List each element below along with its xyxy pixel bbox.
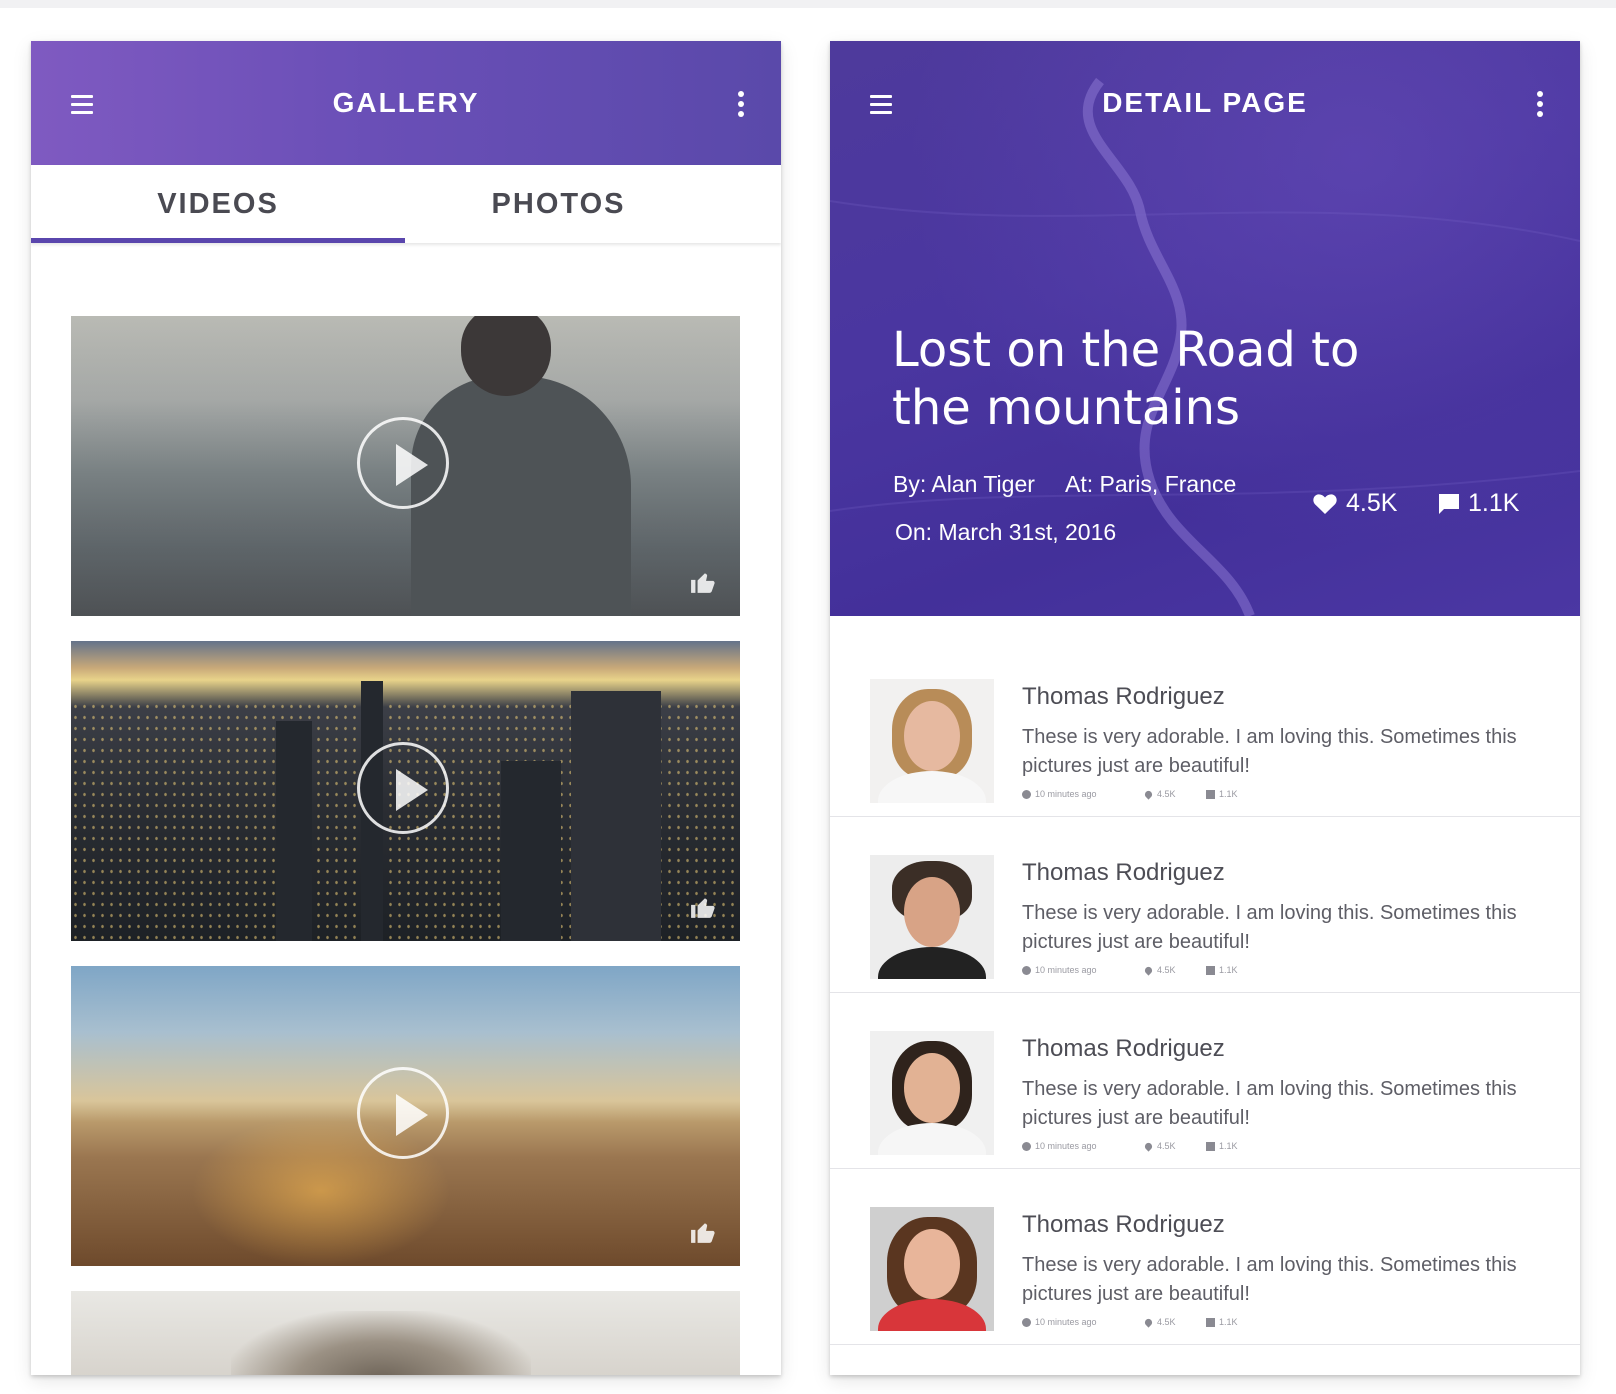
comment-meta: 10 minutes ago 4.5K 1.1K — [1022, 1316, 1238, 1328]
comment-item[interactable]: Thomas Rodriguez These is very adorable.… — [830, 641, 1580, 817]
heart-icon — [1143, 1316, 1154, 1328]
heart-icon — [1143, 788, 1154, 800]
comment-time: 10 minutes ago — [1035, 965, 1097, 975]
video-card[interactable] — [71, 966, 740, 1266]
clock-icon — [1022, 965, 1031, 975]
thumb-up-icon[interactable] — [690, 1220, 716, 1244]
video-card[interactable] — [71, 641, 740, 941]
comment-text: These is very adorable. I am loving this… — [1022, 1254, 1517, 1305]
post-comments[interactable]: 1.1K — [1438, 489, 1519, 518]
detail-screen: DETAIL PAGE Lost on the Road to the moun… — [830, 41, 1580, 1375]
comment-text: These is very adorable. I am loving this… — [1022, 902, 1517, 953]
gallery-screen: GALLERY VIDEOS PHOTOS — [31, 41, 781, 1375]
top-strip — [0, 0, 1616, 8]
comment-replies: 1.1K — [1219, 1141, 1238, 1151]
avatar — [870, 679, 994, 803]
post-location: At: Paris, France — [1065, 471, 1237, 497]
clock-icon — [1022, 789, 1031, 799]
video-thumbnail-cat — [231, 1311, 531, 1375]
comment-icon — [1206, 1317, 1215, 1327]
tab-videos[interactable]: VIDEOS — [31, 165, 405, 243]
comment-likes: 4.5K — [1157, 789, 1176, 799]
post-author: By: Alan Tiger — [893, 471, 1035, 497]
comment-replies: 1.1K — [1219, 1317, 1238, 1327]
comment-meta: 10 minutes ago 4.5K 1.1K — [1022, 964, 1238, 976]
comment-author: Thomas Rodriguez — [1022, 1035, 1225, 1062]
comment-item[interactable]: Thomas Rodriguez These is very adorable.… — [830, 993, 1580, 1169]
comment-icon — [1206, 1141, 1215, 1151]
comment-time: 10 minutes ago — [1035, 789, 1097, 799]
comment-item[interactable]: Thomas Rodriguez These is very adorable.… — [830, 1169, 1580, 1345]
play-icon[interactable] — [357, 1067, 449, 1159]
page-title: GALLERY — [332, 87, 480, 118]
comment-icon — [1206, 965, 1215, 975]
comment-likes: 4.5K — [1157, 1141, 1176, 1151]
thumb-up-icon[interactable] — [690, 895, 716, 919]
video-card[interactable] — [71, 1291, 740, 1375]
comment-author: Thomas Rodriguez — [1022, 683, 1225, 710]
comment-replies: 1.1K — [1219, 789, 1238, 799]
comment-time: 10 minutes ago — [1035, 1317, 1097, 1327]
avatar — [870, 1207, 994, 1331]
clock-icon — [1022, 1317, 1031, 1327]
comment-likes: 4.5K — [1157, 1317, 1176, 1327]
comment-icon — [1439, 493, 1459, 514]
post-title: Lost on the Road to the mountains — [892, 322, 1360, 436]
gallery-app-bar: GALLERY — [31, 41, 781, 165]
comment-likes: 4.5K — [1157, 965, 1176, 975]
avatar — [870, 855, 994, 979]
heart-icon — [1313, 494, 1337, 514]
avatar — [870, 1031, 994, 1155]
comment-text: These is very adorable. I am loving this… — [1022, 1078, 1517, 1129]
comment-time: 10 minutes ago — [1035, 1141, 1097, 1151]
comment-text: These is very adorable. I am loving this… — [1022, 726, 1517, 777]
comment-meta: 10 minutes ago 4.5K 1.1K — [1022, 1140, 1238, 1152]
comment-replies: 1.1K — [1219, 965, 1238, 975]
post-likes-count: 4.5K — [1346, 489, 1398, 517]
play-icon[interactable] — [357, 417, 449, 509]
more-vert-icon[interactable] — [1536, 91, 1544, 117]
more-vert-icon[interactable] — [737, 91, 745, 117]
video-card[interactable] — [71, 316, 740, 616]
post-date: On: March 31st, 2016 — [895, 519, 1117, 545]
video-thumbnail-building — [571, 691, 661, 941]
page-title: DETAIL PAGE — [1102, 87, 1308, 118]
heart-icon — [1143, 1140, 1154, 1152]
comment-meta: 10 minutes ago 4.5K 1.1K — [1022, 788, 1238, 800]
clock-icon — [1022, 1141, 1031, 1151]
post-comments-count: 1.1K — [1468, 489, 1520, 517]
post-likes[interactable]: 4.5K — [1312, 489, 1397, 518]
tab-photos[interactable]: PHOTOS — [371, 165, 746, 243]
active-tab-indicator — [31, 238, 405, 243]
thumb-up-icon[interactable] — [690, 570, 716, 594]
play-icon[interactable] — [357, 742, 449, 834]
video-thumbnail-person — [411, 376, 631, 616]
tab-bar: VIDEOS PHOTOS — [31, 165, 781, 243]
comment-author: Thomas Rodriguez — [1022, 1211, 1225, 1238]
comment-author: Thomas Rodriguez — [1022, 859, 1225, 886]
comment-item[interactable]: Thomas Rodriguez These is very adorable.… — [830, 817, 1580, 993]
detail-hero: DETAIL PAGE Lost on the Road to the moun… — [830, 41, 1580, 616]
comment-icon — [1206, 789, 1215, 799]
video-thumbnail-building — [501, 761, 561, 941]
heart-icon — [1143, 964, 1154, 976]
video-thumbnail-building — [276, 721, 312, 941]
